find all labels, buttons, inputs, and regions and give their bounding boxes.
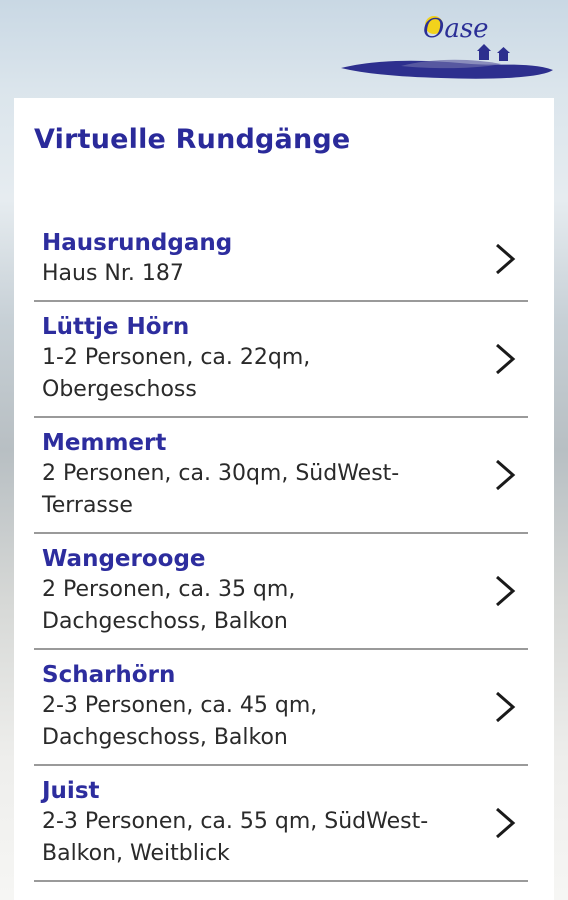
list-item-description: Haus Nr. 187 — [42, 261, 184, 286]
list-item-title: Wangerooge — [42, 546, 206, 572]
list-item-description: 2-3 Personen, ca. 55 qm, SüdWest- — [42, 809, 429, 834]
list-item-description: Dachgeschoss, Balkon — [42, 725, 288, 750]
list-item[interactable]: Memmert 2 Personen, ca. 30qm, SüdWest- Ter… — [34, 418, 528, 534]
content-panel: Virtuelle Rundgänge Hausrundgang Haus Nr.… — [14, 98, 554, 900]
chevron-right-icon[interactable] — [494, 806, 516, 840]
app-header: Oase — [0, 0, 568, 98]
list-item-description: Dachgeschoss, Balkon — [42, 609, 288, 634]
list-item-description: 1-2 Personen, ca. 22qm, — [42, 345, 311, 370]
list-item[interactable]: Scharhörn 2-3 Personen, ca. 45 qm, Dachges… — [34, 650, 528, 766]
list-item-title: Juist — [42, 778, 100, 804]
list-item[interactable]: Hausrundgang Haus Nr. 187 — [34, 218, 528, 302]
list-item-title: Scharhörn — [42, 662, 176, 688]
list-item[interactable]: Wangerooge 2 Personen, ca. 35 qm, Dachgesc… — [34, 534, 528, 650]
list-item-title: Memmert — [42, 430, 167, 456]
chevron-right-icon[interactable] — [494, 342, 516, 376]
tour-list: Hausrundgang Haus Nr. 187 Lüttje Hörn 1-2 P… — [34, 218, 528, 882]
list-item-title: Hausrundgang — [42, 230, 233, 256]
list-item-description: Balkon, Weitblick — [42, 841, 230, 866]
logo-text: Oase — [423, 14, 489, 44]
list-item-description: 2 Personen, ca. 30qm, SüdWest- — [42, 461, 400, 486]
list-item-description: 2-3 Personen, ca. 45 qm, — [42, 693, 318, 718]
chevron-right-icon[interactable] — [494, 574, 516, 608]
chevron-right-icon[interactable] — [494, 690, 516, 724]
svg-text:Oase: Oase — [423, 14, 489, 44]
list-item-description: Terrasse — [42, 493, 133, 518]
list-item[interactable]: Juist 2-3 Personen, ca. 55 qm, SüdWest- Ba… — [34, 766, 528, 882]
list-item[interactable]: Lüttje Hörn 1-2 Personen, ca. 22qm, Oberge… — [34, 302, 528, 418]
page-title: Virtuelle Rundgänge — [34, 124, 351, 155]
list-item-title: Lüttje Hörn — [42, 314, 190, 340]
list-item-description: 2 Personen, ca. 35 qm, — [42, 577, 296, 602]
list-item-description: Obergeschoss — [42, 377, 197, 402]
chevron-right-icon[interactable] — [494, 458, 516, 492]
oase-logo: Oase — [341, 14, 553, 79]
chevron-right-icon[interactable] — [494, 242, 516, 276]
